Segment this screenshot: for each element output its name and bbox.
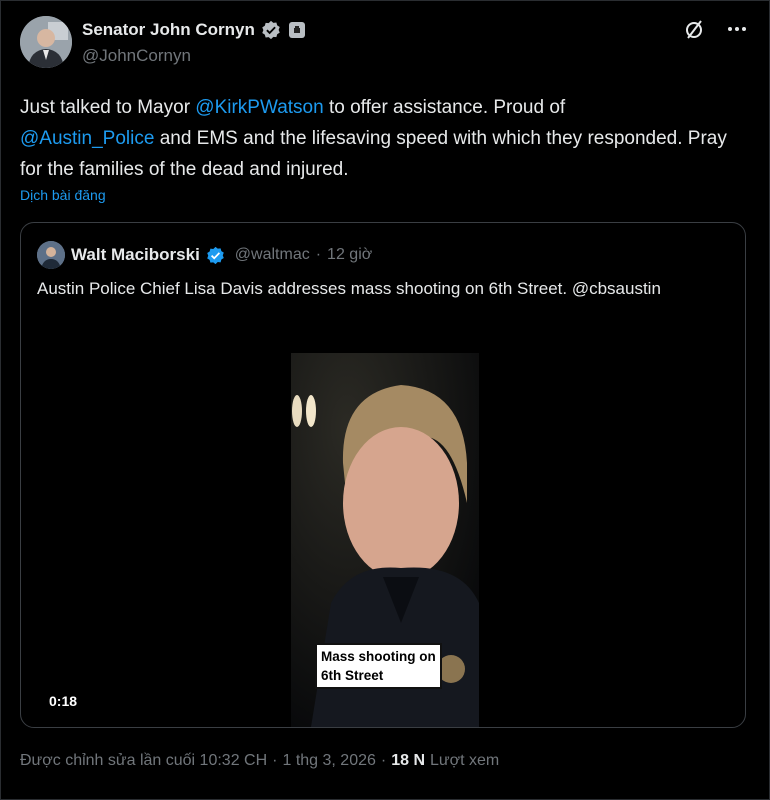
verified-badge-icon[interactable] (261, 20, 281, 40)
mention-link[interactable]: @Austin_Police (20, 128, 154, 149)
verified-badge-icon[interactable] (206, 246, 225, 265)
author-display-name[interactable]: Senator John Cornyn (82, 20, 255, 40)
top-actions (684, 18, 748, 40)
caption-line: Mass shooting on (321, 649, 436, 664)
quoted-tweet-header: Walt Maciborski @waltmac · 12 giờ (37, 241, 372, 269)
quoted-author-avatar[interactable] (37, 241, 65, 269)
government-badge-icon[interactable] (288, 22, 305, 38)
quoted-author-name[interactable]: Walt Maciborski (71, 245, 200, 265)
more-dots-icon[interactable] (726, 18, 748, 40)
post-date[interactable]: 1 thg 3, 2026 (282, 752, 375, 770)
tweet-text-segment: to offer assistance. Proud of (323, 97, 566, 118)
author-handle[interactable]: @JohnCornyn (82, 46, 305, 66)
caption-line: 6th Street (321, 668, 384, 683)
views-count: 18 N (391, 752, 426, 769)
meta-separator: · (272, 752, 278, 769)
quoted-tweet[interactable]: Walt Maciborski @waltmac · 12 giờ Austin… (20, 222, 746, 728)
quoted-tweet-text: Austin Police Chief Lisa Davis addresses… (37, 279, 661, 298)
video-duration: 0:18 (49, 693, 78, 709)
meta-separator: · (315, 246, 322, 263)
quoted-author-handle[interactable]: @waltmac (235, 246, 310, 264)
views-label: Lượt xem (430, 752, 500, 769)
avatar-photo (20, 16, 72, 68)
tweet-text: Just talked to Mayor @KirkPWatson to off… (20, 92, 740, 185)
slash-circle-icon[interactable] (684, 18, 706, 40)
translate-post-link[interactable]: Dịch bài đăng (20, 187, 106, 203)
video-caption: Mass shooting on 6th Street (315, 643, 442, 689)
tweet-footer: Được chỉnh sửa lần cuối 10:32 CH · 1 thg… (20, 752, 499, 770)
video-player[interactable]: Mass shooting on 6th Street (291, 353, 479, 727)
mention-link[interactable]: @KirkPWatson (195, 97, 323, 118)
edited-timestamp[interactable]: Được chỉnh sửa lần cuối 10:32 CH (20, 752, 267, 770)
tweet-text-segment: Just talked to Mayor (20, 97, 196, 118)
author-avatar[interactable] (20, 16, 72, 68)
quoted-timestamp[interactable]: 12 giờ (327, 246, 372, 264)
meta-separator: · (380, 752, 387, 769)
author-info: Senator John Cornyn @JohnCornyn (82, 18, 305, 66)
